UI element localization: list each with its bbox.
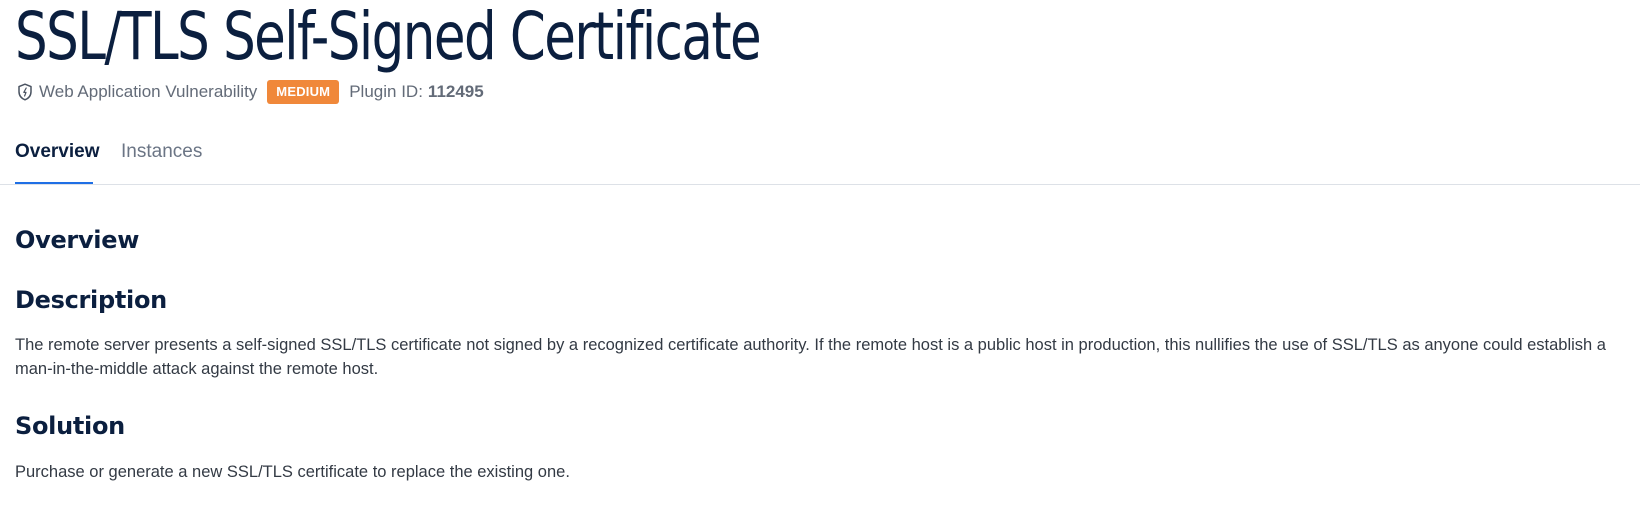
- description-text: The remote server presents a self-signed…: [15, 336, 1606, 378]
- overview-heading: Overview: [15, 226, 140, 254]
- solution-text: Purchase or generate a new SSL/TLS certi…: [15, 463, 570, 481]
- page-title: SSL/TLS Self-Signed Certificate: [15, 0, 762, 75]
- description-heading: Description: [15, 286, 167, 314]
- solution-heading: Solution: [15, 412, 125, 440]
- tab-instances[interactable]: Instances: [121, 141, 202, 184]
- tab-overview[interactable]: Overview: [15, 141, 100, 184]
- tab-bar: Overview Instances: [0, 120, 1640, 185]
- severity-badge: MEDIUM: [267, 80, 340, 104]
- shield-icon: [15, 82, 35, 102]
- plugin-meta: Web Application Vulnerability MEDIUM Plu…: [15, 79, 484, 105]
- plugin-id-label: Plugin ID:: [349, 82, 423, 101]
- plugin-detail-page: SSL/TLS Self-Signed Certificate Web Appl…: [0, 0, 1640, 515]
- plugin-id-value: 112495: [427, 82, 484, 101]
- vulnerability-category: Web Application Vulnerability: [39, 82, 258, 101]
